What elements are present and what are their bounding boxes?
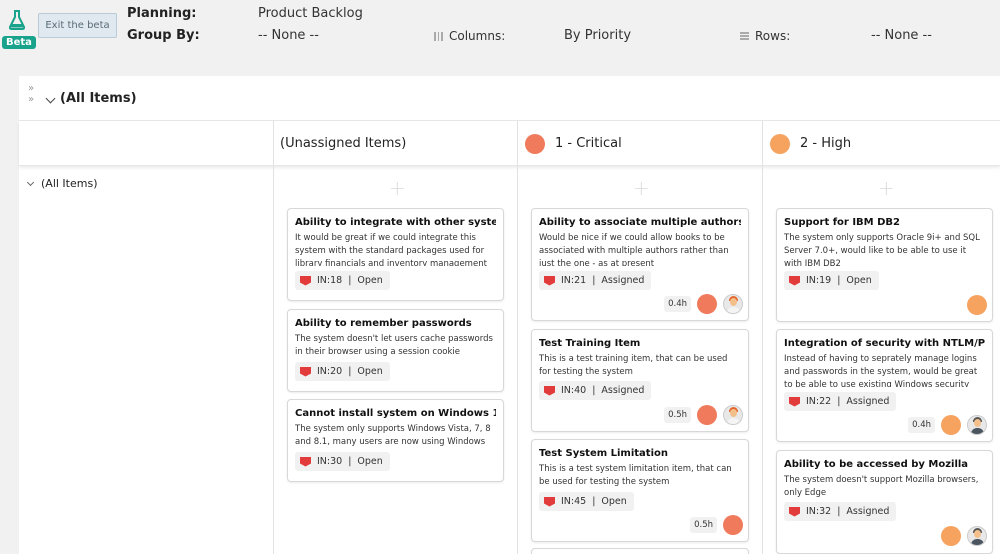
column-divider [762,121,763,554]
priority-high-icon [770,133,790,154]
rows-select[interactable]: -- None -- [871,28,932,43]
owner-avatar[interactable] [967,415,987,435]
expand-collapse-icon[interactable]: »» [28,83,38,105]
priority-indicator [723,515,743,535]
card-description: The system only supports Windows Vista, … [295,424,491,447]
column-divider [517,121,518,554]
card-id-status[interactable]: IN:30 | Open [295,452,390,471]
estimate-badge: 0.5h [664,407,691,423]
card-partial[interactable] [531,548,749,554]
card-title: Ability to be accessed by Mozilla [784,459,969,470]
requirement-icon [544,496,555,507]
card-title: Test System Limitation [539,448,668,459]
card-title: Cannot install system on Windows 10 [295,408,496,419]
flask-icon [8,10,26,30]
requirement-icon [544,275,555,286]
owner-avatar[interactable] [723,405,743,425]
card-description: Instead of having to seprately manage lo… [784,354,978,387]
kanban-board: »» (All Items) (Unassigned Items) 1 - Cr… [19,76,1000,554]
card-description: Would be nice if we could allow books to… [539,233,729,266]
column-headers: (Unassigned Items) 1 - Critical 2 - High [19,121,1000,166]
requirement-icon [300,456,311,467]
card-footer [941,526,987,546]
all-items-toggle[interactable]: (All Items) [45,91,137,106]
card-title: Support for IBM DB2 [784,217,900,228]
card-in-21[interactable]: Ability to associate multiple authors Wo… [531,208,749,321]
planning-label: Planning: [127,6,197,21]
beta-logo: Beta [2,10,36,49]
card-title: Ability to associate multiple authors [539,217,741,228]
columns-label: Columns: [434,29,505,43]
chevron-down-icon [45,93,56,104]
card-description: It would be great if we could integrate … [295,233,487,266]
estimate-badge: 0.4h [908,417,935,433]
requirement-icon [789,275,800,286]
card-in-22[interactable]: Integration of security with NTLM/PKI In… [776,329,993,442]
columns-select[interactable]: By Priority [564,28,631,43]
column-header-unassigned[interactable]: (Unassigned Items) [273,121,518,166]
card-footer: 0.4h [664,294,743,314]
card-title: Ability to integrate with other systems [295,217,496,228]
estimate-badge: 0.5h [690,517,717,533]
card-description: This is a test system limitation item, t… [539,464,732,487]
card-in-45[interactable]: Test System Limitation This is a test sy… [531,439,749,542]
chevron-down-icon [26,178,35,186]
priority-indicator [967,295,987,315]
card-footer [967,295,987,315]
card-id-status[interactable]: IN:18 | Open [295,271,390,290]
card-title: Ability to remember passwords [295,318,472,329]
owner-avatar[interactable] [723,294,743,314]
owner-avatar[interactable] [967,526,987,546]
add-item-icon[interactable]: + [878,176,895,200]
card-id-status[interactable]: IN:45 | Open [539,492,634,511]
priority-indicator [697,294,717,314]
rows-label: Rows: [740,29,790,43]
beta-badge: Beta [2,36,36,49]
card-in-32[interactable]: Ability to be accessed by Mozilla The sy… [776,450,993,554]
card-in-18[interactable]: Ability to integrate with other systems … [287,208,504,301]
columns-icon [434,31,443,41]
card-in-30[interactable]: Cannot install system on Windows 10 The … [287,399,504,482]
card-in-20[interactable]: Ability to remember passwords The system… [287,309,504,392]
card-in-19[interactable]: Support for IBM DB2 The system only supp… [776,208,993,322]
card-description: The system doesn't let users cache passw… [295,334,493,357]
card-in-40[interactable]: Test Training Item This is a test traini… [531,329,749,432]
card-id-status[interactable]: IN:22 | Assigned [784,392,897,411]
column-header-critical[interactable]: 1 - Critical [518,121,763,166]
card-description: This is a test training item, that can b… [539,354,728,377]
requirement-icon [789,506,800,517]
column-header-high[interactable]: 2 - High [763,121,1000,166]
card-footer: 0.5h [664,405,743,425]
row-all-items[interactable]: (All Items) [26,177,98,190]
card-description: The system doesn't support Mozilla brows… [784,475,979,498]
planning-select[interactable]: Product Backlog [258,6,363,21]
column-divider [273,121,274,554]
board-header: »» (All Items) [19,76,1000,121]
card-title: Integration of security with NTLM/PKI [784,338,985,349]
card-footer: 0.4h [908,415,987,435]
priority-indicator [941,415,961,435]
card-title: Test Training Item [539,338,641,349]
rows-icon [740,32,749,40]
requirement-icon [544,385,555,396]
exit-beta-button[interactable]: Exit the beta [38,13,117,38]
estimate-badge: 0.4h [664,296,691,312]
requirement-icon [300,275,311,286]
card-id-status[interactable]: IN:40 | Assigned [539,381,652,400]
card-id-status[interactable]: IN:32 | Assigned [784,502,897,521]
add-item-icon[interactable]: + [389,176,406,200]
priority-indicator [697,405,717,425]
group-by-select[interactable]: -- None -- [258,28,319,43]
card-id-status[interactable]: IN:21 | Assigned [539,271,652,290]
card-description: The system only supports Oracle 9i+ and … [784,233,980,269]
priority-indicator [941,526,961,546]
group-by-label: Group By: [127,28,200,43]
card-id-status[interactable]: IN:20 | Open [295,362,390,381]
card-id-status[interactable]: IN:19 | Open [784,271,879,290]
add-item-icon[interactable]: + [633,176,650,200]
requirement-icon [789,396,800,407]
card-footer: 0.5h [690,515,743,535]
priority-critical-icon [525,133,545,154]
requirement-icon [300,366,311,377]
